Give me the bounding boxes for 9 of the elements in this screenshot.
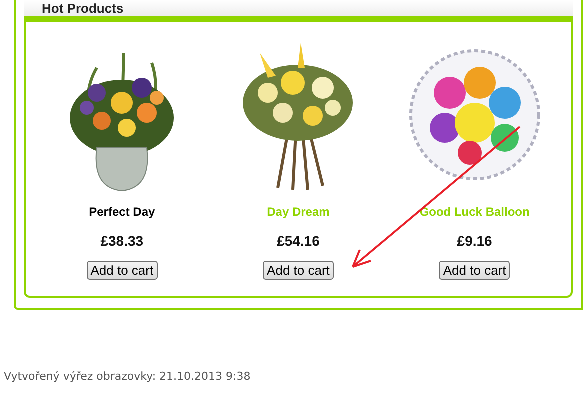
product-price: £9.16 [457, 233, 492, 249]
add-to-cart-button[interactable]: Add to cart [439, 261, 510, 280]
add-to-cart-button[interactable]: Add to cart [263, 261, 334, 280]
add-to-cart-button[interactable]: Add to cart [86, 261, 158, 280]
product-price: £38.33 [100, 233, 144, 249]
section-title: Hot Products [42, 2, 124, 16]
product-name-link[interactable]: Perfect Day [89, 205, 156, 219]
product-price: £54.16 [277, 233, 320, 249]
screenshot-caption: Vytvořený výřez obrazovky: 21.10.2013 9:38 [4, 370, 251, 383]
